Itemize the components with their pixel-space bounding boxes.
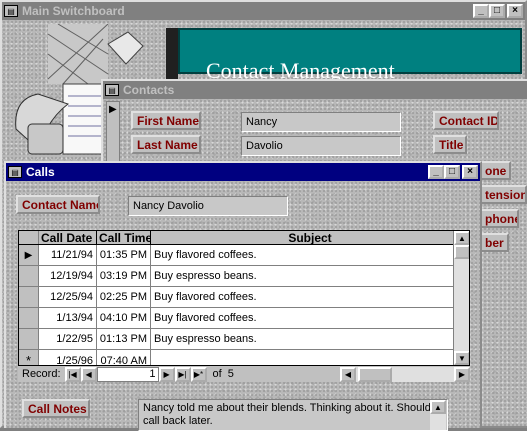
page-button-2[interactable]: tension	[479, 185, 527, 204]
page-button-3[interactable]: phone	[479, 209, 519, 228]
call-time-cell[interactable]: 01:13 PM	[97, 329, 151, 349]
horizontal-scrollbar[interactable]: ◀ ▶	[340, 366, 470, 382]
column-header-subject[interactable]: Subject	[151, 231, 469, 245]
call-time-cell[interactable]: 01:35 PM	[97, 245, 151, 265]
column-header-call-date[interactable]: Call Date	[39, 231, 97, 244]
call-date-cell[interactable]: 12/25/94	[39, 287, 97, 307]
subject-cell[interactable]: Buy espresso beans.	[151, 266, 469, 286]
previous-record-icon[interactable]: ◀	[80, 366, 97, 382]
table-row[interactable]: 1/22/95 01:13 PM Buy espresso beans.	[19, 329, 469, 350]
call-date-cell[interactable]: 11/21/94	[39, 245, 97, 265]
record-number-input[interactable]: 1	[96, 366, 159, 382]
close-button[interactable]: ×	[507, 4, 523, 18]
scroll-right-arrow-icon[interactable]: ▶	[454, 366, 470, 382]
call-notes-text: Nancy told me about their blends. Thinki…	[143, 402, 431, 427]
subject-cell[interactable]: Buy flavored coffees.	[151, 287, 469, 307]
table-row[interactable]: 1/13/94 04:10 PM Buy flavored coffees.	[19, 308, 469, 329]
call-notes-label: Call Notes	[22, 399, 90, 418]
call-date-cell[interactable]: 1/25/96	[39, 350, 97, 365]
subject-cell[interactable]: Buy flavored coffees.	[151, 308, 469, 328]
record-total: 5	[227, 368, 234, 380]
row-selector[interactable]	[19, 308, 39, 328]
calls-window: ▤ Calls _ □ × Contact Name Nancy Davolio…	[4, 161, 482, 431]
subject-cell[interactable]: Buy flavored coffees.	[151, 245, 469, 265]
contact-name-label: Contact Name	[16, 195, 100, 214]
last-name-label: Last Name	[131, 135, 201, 154]
call-time-cell[interactable]: 02:25 PM	[97, 287, 151, 307]
form-icon[interactable]: ▤	[4, 5, 18, 17]
page-button-1[interactable]: one	[479, 161, 511, 180]
last-record-icon[interactable]: ▶|	[174, 366, 191, 382]
table-row[interactable]: 12/19/94 03:19 PM Buy espresso beans.	[19, 266, 469, 287]
call-time-cell[interactable]: 03:19 PM	[97, 266, 151, 286]
call-time-cell[interactable]: 04:10 PM	[97, 308, 151, 328]
next-record-icon[interactable]: ▶	[158, 366, 175, 382]
new-record-row[interactable]: * 1/25/96 07:40 AM	[19, 350, 469, 365]
page-button-4[interactable]: ber	[479, 233, 509, 252]
select-all-corner[interactable]	[19, 231, 39, 244]
calls-datasheet: Call Date Call Time Subject ▶ 11/21/94 0…	[18, 230, 470, 366]
column-header-call-time[interactable]: Call Time	[97, 231, 151, 244]
main-switchboard-title: Main Switchboard	[22, 4, 125, 18]
horizontal-scroll-thumb[interactable]	[358, 366, 392, 382]
record-number-value: 1	[149, 367, 156, 380]
form-icon[interactable]: ▤	[105, 84, 119, 96]
calls-title: Calls	[26, 165, 55, 179]
record-navigation-bar: Record: |◀ ◀ 1 ▶ ▶| ▶* of 5 ◀ ▶	[18, 366, 470, 382]
contacts-title: Contacts	[123, 83, 175, 97]
contacts-titlebar[interactable]: ▤ Contacts	[103, 81, 527, 99]
calls-titlebar[interactable]: ▤ Calls _ □ ×	[6, 163, 480, 181]
first-record-icon[interactable]: |◀	[64, 366, 81, 382]
notes-scrollbar[interactable]: ▲	[430, 400, 446, 430]
datasheet-vertical-scrollbar[interactable]: ▲ ▼	[453, 231, 469, 365]
table-row[interactable]: 12/25/94 02:25 PM Buy flavored coffees.	[19, 287, 469, 308]
record-of-label: of	[212, 368, 222, 380]
subject-cell[interactable]	[151, 350, 469, 365]
call-notes-field[interactable]: Nancy told me about their blends. Thinki…	[138, 399, 448, 431]
scroll-left-arrow-icon[interactable]: ◀	[340, 366, 356, 382]
current-row-icon[interactable]: ▶	[19, 245, 39, 265]
call-date-cell[interactable]: 12/19/94	[39, 266, 97, 286]
row-selector[interactable]	[19, 329, 39, 349]
scroll-up-arrow-icon[interactable]: ▲	[430, 400, 446, 414]
call-date-cell[interactable]: 1/13/94	[39, 308, 97, 328]
new-record-icon[interactable]: ▶*	[190, 366, 207, 382]
subject-cell[interactable]: Buy espresso beans.	[151, 329, 469, 349]
record-label: Record:	[22, 368, 61, 380]
row-selector[interactable]	[19, 287, 39, 307]
scroll-thumb[interactable]	[454, 245, 469, 259]
new-record-asterisk-icon[interactable]: *	[19, 350, 39, 365]
current-record-icon: ▶	[109, 104, 117, 115]
call-date-cell[interactable]: 1/22/95	[39, 329, 97, 349]
close-button[interactable]: ×	[462, 165, 478, 179]
main-switchboard-titlebar[interactable]: ▤ Main Switchboard _ □ ×	[2, 2, 525, 20]
table-row[interactable]: ▶ 11/21/94 01:35 PM Buy flavored coffees…	[19, 245, 469, 266]
scroll-up-arrow-icon[interactable]: ▲	[454, 231, 469, 245]
minimize-button[interactable]: _	[473, 4, 489, 18]
form-icon[interactable]: ▤	[8, 166, 22, 178]
title-label: Title	[433, 135, 467, 154]
minimize-button[interactable]: _	[428, 165, 444, 179]
scroll-down-arrow-icon[interactable]: ▼	[454, 351, 469, 365]
call-time-cell[interactable]: 07:40 AM	[97, 350, 151, 365]
first-name-field[interactable]: Nancy	[241, 112, 401, 132]
maximize-button[interactable]: □	[444, 165, 460, 179]
contact-id-label: Contact ID	[433, 111, 499, 130]
last-name-field[interactable]: Davolio	[241, 136, 401, 156]
datasheet-header: Call Date Call Time Subject	[19, 231, 469, 245]
maximize-button[interactable]: □	[489, 4, 505, 18]
contact-name-field[interactable]: Nancy Davolio	[128, 196, 288, 216]
first-name-label: First Name	[131, 111, 201, 130]
row-selector[interactable]	[19, 266, 39, 286]
